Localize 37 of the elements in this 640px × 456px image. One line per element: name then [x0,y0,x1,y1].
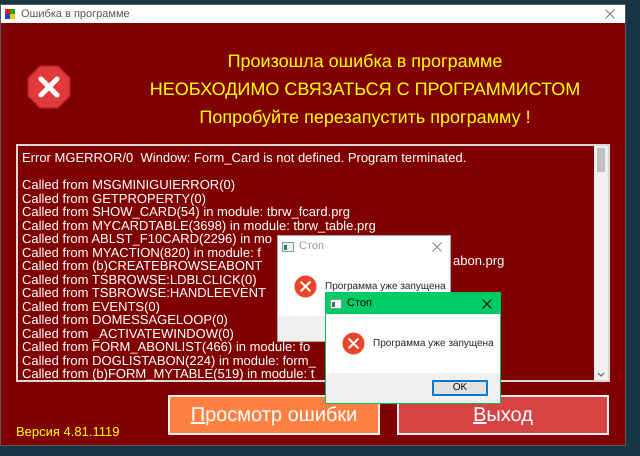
log-line: Called from ABLST_F10CARD(2296) in mo [22,231,272,246]
dialog-title: Стоп [347,296,373,312]
log-line: Called from TSBROWSE:LDBLCLICK(0) [22,272,257,286]
dialog-title: Стоп [299,239,325,254]
log-line: Called from FORM_ABONLIST(466) in module: fo [22,339,310,354]
log-line: Called from DOMESSAGELOOP(0) [22,312,228,327]
close-icon[interactable] [482,298,492,308]
error-icon [27,65,71,109]
error-icon [342,332,365,355]
app-icon [282,242,294,252]
error-icon [294,275,317,298]
view-error-button[interactable]: Просмотр ошибки [168,395,380,435]
scrollbar[interactable] [594,146,608,380]
log-line: Error MGERROR/0 Window: Form_Card is not defined. Program terminated. [22,150,466,165]
log-line: Called from _ACTIVATEWINDOW(0) [22,326,234,340]
log-line: Called from TSBROWSE:HANDLEEVENT [22,285,266,300]
version-label: Версия 4.81.1119 [16,423,120,441]
log-line: Called from EVENTS(0) [22,298,160,314]
log-line: Called from GETPROPERTY(0) [22,190,206,206]
log-line: abon.prg [453,254,504,268]
close-icon[interactable] [605,9,615,19]
log-line: Called from MYACTION(820) in module: f [22,244,261,260]
log-line: Called from MYCARDTABLE(3698) in module: tbrw_table.prg [22,218,376,232]
log-line: Called from DOGLISTABON(224) in module: form_ [22,352,316,368]
error-heading: Произошла ошибка в программе [228,50,502,73]
dialog-message: Программа уже запущена [325,280,446,294]
log-line: Called from MSGMINIGUIERROR(0) [22,177,236,192]
dialog-message: Программа уже запущена [373,337,494,351]
error-heading: НЕОБХОДИМО СВЯЗАТЬСЯ С ПРОГРАММИСТОМ [150,78,580,101]
scrollbar-thumb[interactable] [597,148,605,172]
app-icon [330,298,342,308]
app-icon [5,9,15,19]
window-title: Ошибка в программе [21,6,131,22]
error-heading: Попробуйте перезапустить программу ! [199,106,531,129]
log-line: Called from (b)CREATEBROWSEABONT [22,258,262,273]
log-line: Called from (b)FORM_MYTABLE(519) in module: t [22,366,314,381]
ok-button[interactable]: OK [432,380,488,396]
